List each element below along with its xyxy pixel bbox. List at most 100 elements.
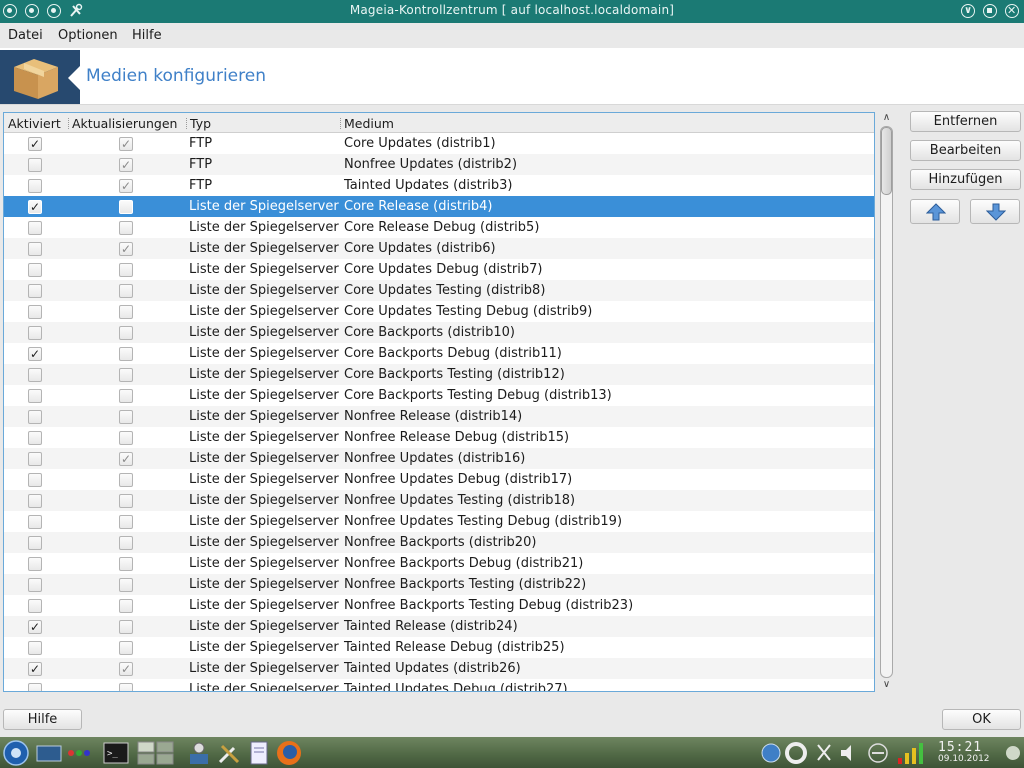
show-desktop-icon[interactable] <box>36 740 62 766</box>
column-header-aktualisierungen[interactable]: Aktualisierungen <box>72 116 177 131</box>
update-checkbox[interactable]: ✓ <box>119 662 133 676</box>
scissors-icon[interactable] <box>813 740 839 766</box>
update-checkbox[interactable] <box>119 683 133 691</box>
media-table[interactable]: Aktiviert Aktualisierungen Typ Medium ✓ ✓… <box>3 112 875 692</box>
update-checkbox[interactable] <box>119 263 133 277</box>
move-up-button[interactable] <box>910 199 960 224</box>
update-checkbox[interactable] <box>119 557 133 571</box>
enabled-checkbox[interactable] <box>28 515 42 529</box>
terminal-icon[interactable]: >_ <box>103 740 129 766</box>
update-checkbox[interactable]: ✓ <box>119 158 133 172</box>
table-row[interactable]: Liste der Spiegelserver Nonfree Release (… <box>4 406 874 427</box>
update-checkbox[interactable] <box>119 347 133 361</box>
table-row[interactable]: Liste der Spiegelserver Core Backports Te… <box>4 364 874 385</box>
enabled-checkbox[interactable] <box>28 431 42 445</box>
update-checkbox[interactable]: ✓ <box>119 242 133 256</box>
table-scrollbar[interactable]: ∧ ∨ <box>878 112 895 692</box>
column-header-aktiviert[interactable]: Aktiviert <box>8 116 61 131</box>
table-row[interactable]: ✓ Liste der Spiegelserver Core Backports D… <box>4 343 874 364</box>
update-checkbox[interactable] <box>119 599 133 613</box>
enabled-checkbox[interactable] <box>28 557 42 571</box>
enabled-checkbox[interactable]: ✓ <box>28 620 42 634</box>
table-row[interactable]: Liste der Spiegelserver Tainted Release D… <box>4 637 874 658</box>
table-row[interactable]: Liste der Spiegelserver Nonfree Updates T… <box>4 511 874 532</box>
enabled-checkbox[interactable] <box>28 389 42 403</box>
enabled-checkbox[interactable]: ✓ <box>28 200 42 214</box>
update-checkbox[interactable] <box>119 410 133 424</box>
update-checkbox[interactable] <box>119 284 133 298</box>
table-row[interactable]: ✓ ✓ FTP Core Updates (distrib1) <box>4 133 874 154</box>
enabled-checkbox[interactable]: ✓ <box>28 347 42 361</box>
table-row[interactable]: Liste der Spiegelserver Nonfree Backports… <box>4 595 874 616</box>
globe-icon[interactable] <box>760 740 786 766</box>
volume-icon[interactable] <box>838 740 864 766</box>
menu-datei[interactable]: Datei <box>8 28 43 43</box>
enabled-checkbox[interactable] <box>28 242 42 256</box>
update-checkbox[interactable]: ✓ <box>119 452 133 466</box>
table-row[interactable]: ✓ FTP Nonfree Updates (distrib2) <box>4 154 874 175</box>
table-row[interactable]: Liste der Spiegelserver Core Release Debu… <box>4 217 874 238</box>
network-config-icon[interactable] <box>186 740 212 766</box>
table-row[interactable]: ✓ FTP Tainted Updates (distrib3) <box>4 175 874 196</box>
table-row[interactable]: Liste der Spiegelserver Core Backports (d… <box>4 322 874 343</box>
enabled-checkbox[interactable] <box>28 536 42 550</box>
table-row[interactable]: Liste der Spiegelserver Tainted Updates D… <box>4 679 874 691</box>
help-lifebuoy-icon[interactable] <box>785 740 811 766</box>
enabled-checkbox[interactable] <box>28 599 42 613</box>
scroll-down-icon[interactable]: ∨ <box>880 679 893 691</box>
update-checkbox[interactable] <box>119 578 133 592</box>
firefox-icon[interactable] <box>276 740 302 766</box>
move-down-button[interactable] <box>970 199 1020 224</box>
clock[interactable]: 15:21 09.10.2012 <box>938 740 990 764</box>
ok-button[interactable]: OK <box>942 709 1021 730</box>
table-row[interactable]: Liste der Spiegelserver Nonfree Backports… <box>4 532 874 553</box>
update-checkbox[interactable] <box>119 326 133 340</box>
enabled-checkbox[interactable] <box>28 578 42 592</box>
table-row[interactable]: Liste der Spiegelserver Core Backports Te… <box>4 385 874 406</box>
update-checkbox[interactable] <box>119 368 133 382</box>
update-checkbox[interactable] <box>119 221 133 235</box>
remove-button[interactable]: Entfernen <box>910 111 1021 132</box>
enabled-checkbox[interactable]: ✓ <box>28 662 42 676</box>
menu-optionen[interactable]: Optionen <box>58 28 118 43</box>
enabled-checkbox[interactable] <box>28 452 42 466</box>
table-row[interactable]: Liste der Spiegelserver Nonfree Updates D… <box>4 469 874 490</box>
update-checkbox[interactable] <box>119 389 133 403</box>
update-checkbox[interactable] <box>119 536 133 550</box>
table-row[interactable]: Liste der Spiegelserver Core Updates Test… <box>4 280 874 301</box>
update-checkbox[interactable]: ✓ <box>119 179 133 193</box>
close-icon[interactable]: ✕ <box>1005 4 1019 18</box>
activities-icon[interactable] <box>66 740 92 766</box>
control-center-tools-icon[interactable] <box>216 740 242 766</box>
maximize-icon[interactable] <box>983 4 997 18</box>
enabled-checkbox[interactable] <box>28 305 42 319</box>
enabled-checkbox[interactable] <box>28 284 42 298</box>
table-row[interactable]: Liste der Spiegelserver Nonfree Updates T… <box>4 490 874 511</box>
pager-icon[interactable] <box>137 740 174 766</box>
enabled-checkbox[interactable] <box>28 179 42 193</box>
update-checkbox[interactable] <box>119 515 133 529</box>
enabled-checkbox[interactable] <box>28 494 42 508</box>
column-header-typ[interactable]: Typ <box>190 116 211 131</box>
enabled-checkbox[interactable] <box>28 221 42 235</box>
table-row[interactable]: ✓ ✓ Liste der Spiegelserver Tainted Updates… <box>4 658 874 679</box>
update-checkbox[interactable] <box>119 200 133 214</box>
menu-hilfe[interactable]: Hilfe <box>132 28 162 43</box>
table-row[interactable]: ✓ Liste der Spiegelserver Nonfree Updates … <box>4 448 874 469</box>
table-row[interactable]: Liste der Spiegelserver Nonfree Release D… <box>4 427 874 448</box>
update-checkbox[interactable] <box>119 494 133 508</box>
table-row[interactable]: Liste der Spiegelserver Core Updates Debu… <box>4 259 874 280</box>
document-icon[interactable] <box>246 740 272 766</box>
enabled-checkbox[interactable] <box>28 473 42 487</box>
table-row[interactable]: Liste der Spiegelserver Core Updates Test… <box>4 301 874 322</box>
minimize-icon[interactable]: ∨ <box>961 4 975 18</box>
update-checkbox[interactable] <box>119 641 133 655</box>
usb-icon[interactable] <box>866 740 892 766</box>
table-row[interactable]: ✓ Liste der Spiegelserver Core Updates (di… <box>4 238 874 259</box>
panel-options-icon[interactable] <box>1004 740 1024 766</box>
enabled-checkbox[interactable] <box>28 683 42 691</box>
add-button[interactable]: Hinzufügen <box>910 169 1021 190</box>
table-row[interactable]: Liste der Spiegelserver Nonfree Backports… <box>4 574 874 595</box>
edit-button[interactable]: Bearbeiten <box>910 140 1021 161</box>
update-checkbox[interactable] <box>119 305 133 319</box>
